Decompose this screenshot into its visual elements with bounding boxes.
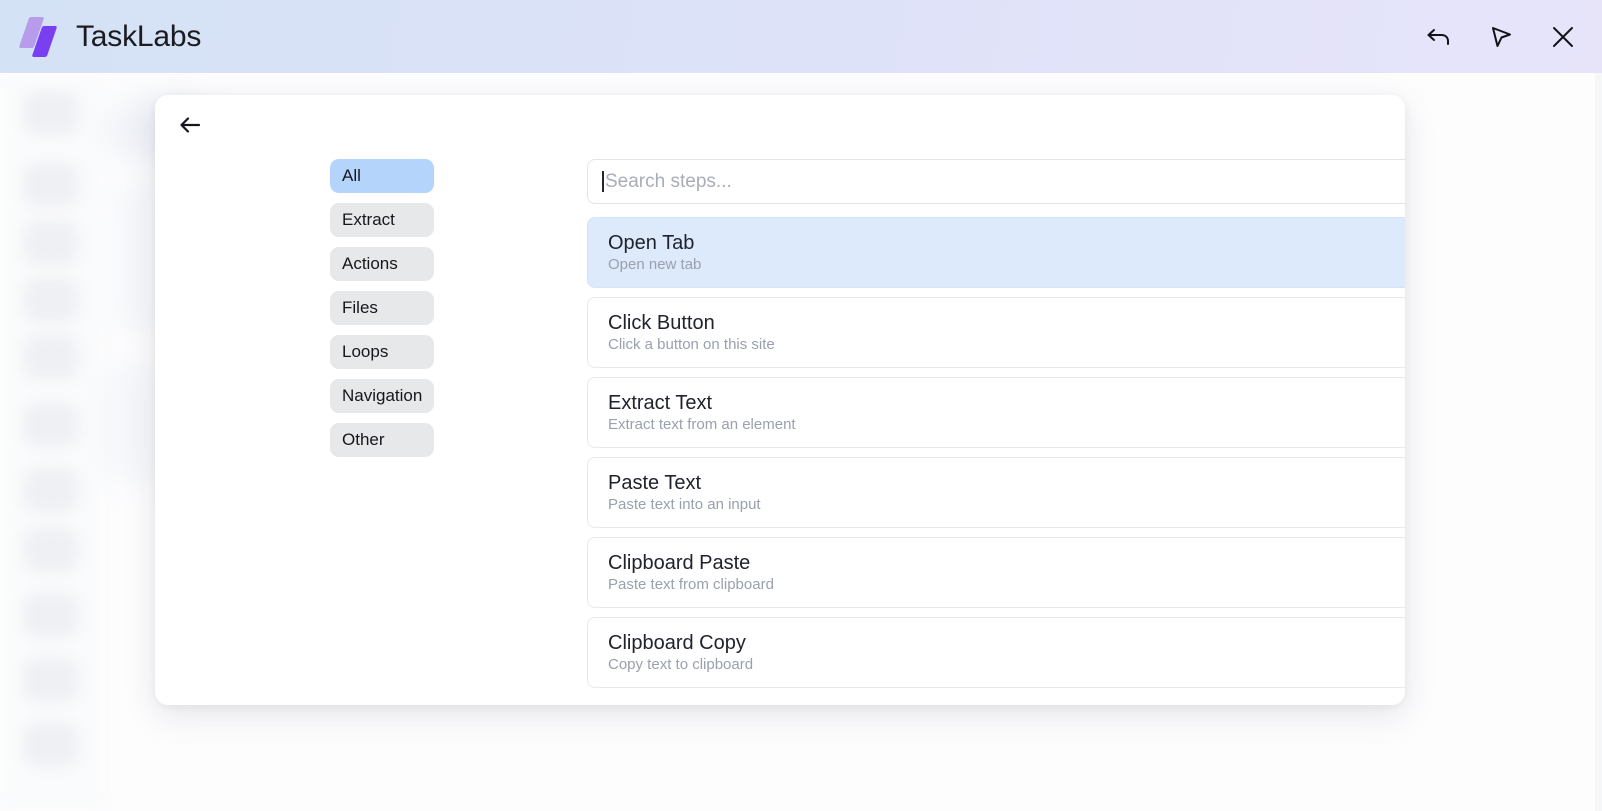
step-picker-pane: Search steps... Open Tab Open new tab i … bbox=[587, 159, 1405, 705]
filter-chip-files[interactable]: Files bbox=[330, 291, 434, 325]
step-card-clipboard-copy[interactable]: i Clipboard Copy Copy text to clipboard bbox=[587, 617, 1405, 688]
cursor-pointer-icon[interactable] bbox=[1484, 20, 1518, 54]
filter-chip-label: All bbox=[342, 166, 361, 185]
step-card-open-tab[interactable]: Open Tab Open new tab bbox=[587, 217, 1405, 288]
undo-icon[interactable] bbox=[1422, 20, 1456, 54]
filter-chip-all[interactable]: All bbox=[330, 159, 434, 193]
step-description: Paste text into an input bbox=[608, 495, 761, 513]
category-filter-list: All Extract Actions Files Loops Navigati… bbox=[330, 159, 434, 457]
filter-chip-label: Loops bbox=[342, 342, 389, 361]
step-title: Extract Text bbox=[608, 391, 713, 414]
step-title: Open Tab bbox=[608, 231, 695, 254]
step-title: Clipboard Paste bbox=[608, 551, 751, 574]
step-description: Extract text from an element bbox=[608, 415, 796, 433]
header-actions bbox=[1422, 20, 1580, 54]
step-picker-modal: All Extract Actions Files Loops Navigati… bbox=[155, 95, 1405, 705]
filter-chip-label: Navigation bbox=[342, 386, 423, 405]
filter-chip-label: Actions bbox=[342, 254, 398, 273]
app-title: TaskLabs bbox=[76, 19, 202, 53]
back-button[interactable] bbox=[172, 109, 208, 145]
search-field[interactable]: Search steps... bbox=[587, 159, 1405, 204]
filter-chip-loops[interactable]: Loops bbox=[330, 335, 434, 369]
filter-chip-label: Extract bbox=[342, 210, 395, 229]
arrow-left-icon bbox=[178, 115, 202, 140]
tasklabs-logo-icon bbox=[18, 16, 60, 58]
step-card-click-button[interactable]: i Click Button Click a button on this si… bbox=[587, 297, 1405, 368]
step-list: Open Tab Open new tab i Click Button Cli… bbox=[587, 217, 1405, 705]
filter-chip-label: Other bbox=[342, 430, 385, 449]
filter-chip-extract[interactable]: Extract bbox=[330, 203, 434, 237]
step-title: Paste Text bbox=[608, 471, 702, 494]
close-icon[interactable] bbox=[1546, 20, 1580, 54]
step-title: Clipboard Copy bbox=[608, 631, 746, 654]
filter-chip-other[interactable]: Other bbox=[330, 423, 434, 457]
step-title: Click Button bbox=[608, 311, 715, 334]
step-card-extract-text[interactable]: i Extract Text Extract text from an elem… bbox=[587, 377, 1405, 448]
step-description: Click a button on this site bbox=[608, 335, 775, 353]
step-description: Copy text to clipboard bbox=[608, 655, 754, 673]
step-card-paste-text[interactable]: i Paste Text Paste text into an input bbox=[587, 457, 1405, 528]
filter-chip-actions[interactable]: Actions bbox=[330, 247, 434, 281]
page-scrollbar[interactable] bbox=[1595, 73, 1602, 811]
filter-chip-label: Files bbox=[342, 298, 378, 317]
background-sidebar bbox=[0, 73, 104, 811]
app-header: TaskLabs bbox=[0, 0, 1602, 73]
brand: TaskLabs bbox=[18, 16, 202, 58]
step-description: Open new tab bbox=[608, 255, 702, 273]
step-description: Paste text from clipboard bbox=[608, 575, 774, 593]
filter-chip-navigation[interactable]: Navigation bbox=[330, 379, 434, 413]
step-card-clipboard-paste[interactable]: i Clipboard Paste Paste text from clipbo… bbox=[587, 537, 1405, 608]
